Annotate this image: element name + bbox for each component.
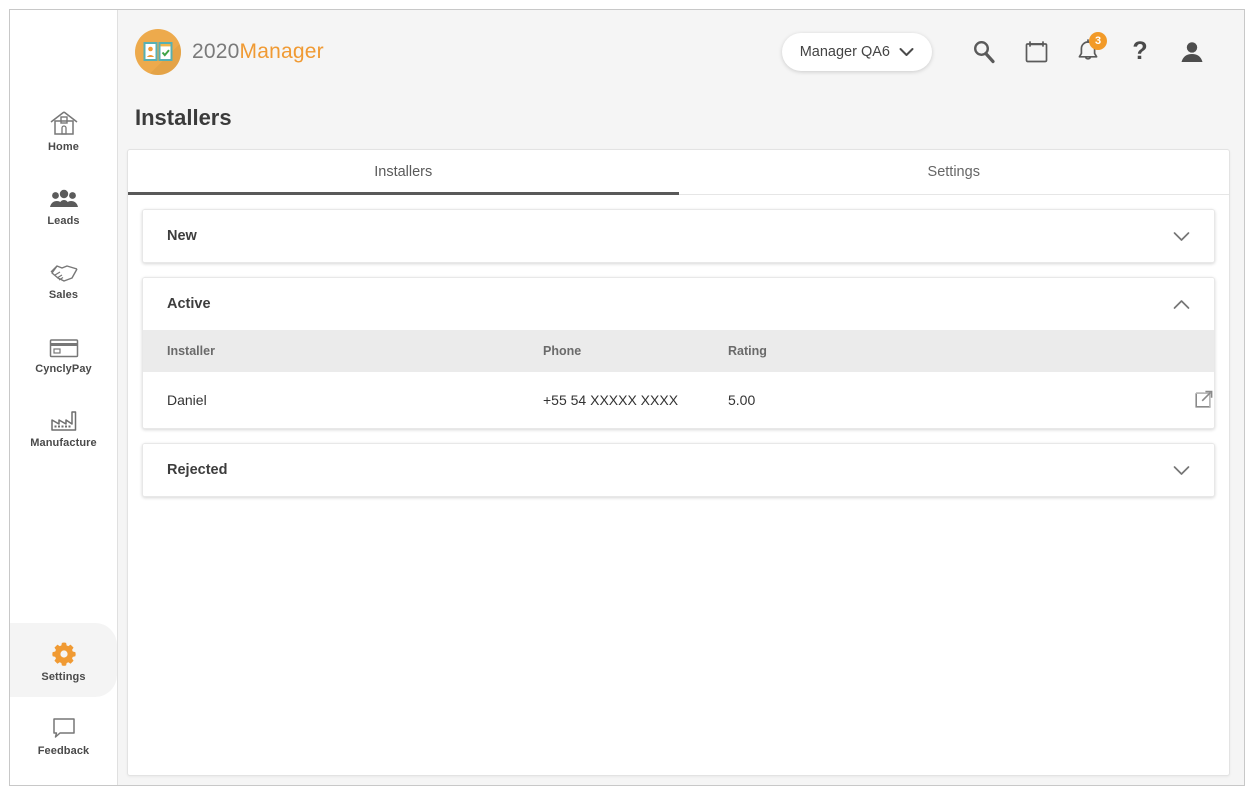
tab-label: Installers (374, 164, 433, 180)
brand-title: 2020Manager (192, 40, 324, 64)
accordion-rejected: Rejected (142, 443, 1215, 497)
notifications-button[interactable]: 3 (1062, 26, 1114, 78)
sidebar-bottom-group: Settings Feedback (10, 623, 117, 785)
cell-installer: Daniel (143, 372, 543, 428)
account-button[interactable] (1166, 26, 1218, 78)
cell-actions (978, 372, 1214, 428)
accordion-active-header[interactable]: Active (143, 278, 1214, 330)
application-window: Home Leads Sales CynclyPay Manufacture S… (9, 9, 1245, 786)
help-icon: ? (1129, 38, 1151, 66)
table-row[interactable]: Daniel +55 54 XXXXX XXXX 5.00 (143, 372, 1214, 428)
accordion-title: Active (167, 296, 211, 312)
sidebar-item-settings[interactable]: Settings (10, 623, 117, 697)
user-menu-label: Manager QA6 (799, 43, 890, 60)
sidebar-item-feedback[interactable]: Feedback (10, 697, 117, 771)
sidebar-item-label: Settings (41, 671, 86, 683)
tab-installers[interactable]: Installers (128, 150, 679, 195)
gear-icon (51, 637, 77, 667)
sidebar-item-home[interactable]: Home (10, 93, 117, 167)
logo-badge (135, 28, 181, 75)
column-header-rating: Rating (728, 330, 978, 372)
brand-title-part2: Manager (239, 39, 324, 63)
people-icon (49, 181, 79, 211)
cell-phone: +55 54 XXXXX XXXX (543, 372, 728, 428)
brand-logo[interactable]: 2020Manager (135, 28, 324, 75)
table-header-row: Installer Phone Rating (143, 330, 1214, 372)
id-card-checklist-icon (143, 41, 173, 63)
column-header-actions (978, 330, 1214, 372)
column-header-phone: Phone (543, 330, 728, 372)
chevron-down-icon[interactable] (1170, 459, 1192, 481)
main-region: 2020Manager Manager QA6 3 ? Installers I… (118, 10, 1244, 785)
tab-label: Settings (927, 164, 980, 180)
calendar-icon (1024, 39, 1049, 65)
installers-table: Installer Phone Rating Daniel +55 54 XXX… (143, 330, 1214, 428)
calendar-button[interactable] (1010, 26, 1062, 78)
sidebar-item-label: Manufacture (30, 437, 97, 449)
top-bar-actions: Manager QA6 3 ? (781, 26, 1218, 78)
sidebar-item-leads[interactable]: Leads (10, 167, 117, 241)
search-icon (971, 39, 997, 65)
chevron-down-icon (899, 47, 914, 57)
sidebar-item-label: Sales (48, 289, 79, 301)
table-body: Daniel +55 54 XXXXX XXXX 5.00 (143, 372, 1214, 428)
content-card: Installers Settings New Active Installer… (127, 149, 1230, 776)
tab-settings[interactable]: Settings (679, 150, 1230, 194)
sidebar-item-label: CynclyPay (35, 363, 92, 375)
column-header-installer: Installer (143, 330, 543, 372)
tab-bar: Installers Settings (128, 150, 1229, 195)
sidebar-item-label: Home (48, 141, 79, 153)
handshake-icon (48, 255, 80, 285)
sidebar-item-cynclypay[interactable]: CynclyPay (10, 315, 117, 389)
sidebar-item-manufacture[interactable]: Manufacture (10, 389, 117, 463)
notification-badge: 3 (1089, 31, 1107, 50)
svg-text:?: ? (1132, 38, 1147, 65)
accordion-new-header[interactable]: New (143, 210, 1214, 262)
accordion-title: Rejected (167, 462, 228, 478)
sidebar: Home Leads Sales CynclyPay Manufacture S… (10, 10, 118, 785)
user-menu-button[interactable]: Manager QA6 (781, 32, 932, 71)
top-bar: 2020Manager Manager QA6 3 ? (118, 10, 1244, 93)
credit-card-icon (48, 329, 80, 359)
external-link-icon[interactable] (1195, 389, 1214, 408)
cell-rating: 5.00 (728, 372, 978, 428)
search-button[interactable] (958, 26, 1010, 78)
sidebar-item-label: Feedback (37, 745, 90, 757)
accordion-active: Active Installer Phone Rating Daniel +55… (142, 277, 1215, 429)
chevron-up-icon[interactable] (1170, 293, 1192, 315)
sidebar-item-sales[interactable]: Sales (10, 241, 117, 315)
page-title: Installers (135, 105, 232, 130)
help-button[interactable]: ? (1114, 26, 1166, 78)
accordion-rejected-header[interactable]: Rejected (143, 444, 1214, 496)
factory-icon (48, 403, 80, 433)
table-head: Installer Phone Rating (143, 330, 1214, 372)
speech-bubble-icon (49, 711, 79, 741)
chevron-down-icon[interactable] (1170, 225, 1192, 247)
home-icon (49, 107, 79, 137)
card-body: New Active Installer Phone Rating Daniel… (128, 195, 1229, 775)
accordion-title: New (167, 228, 197, 244)
sidebar-item-label: Leads (47, 215, 80, 227)
brand-title-part1: 2020 (192, 39, 240, 63)
user-avatar-icon (1179, 39, 1205, 65)
accordion-new: New (142, 209, 1215, 263)
